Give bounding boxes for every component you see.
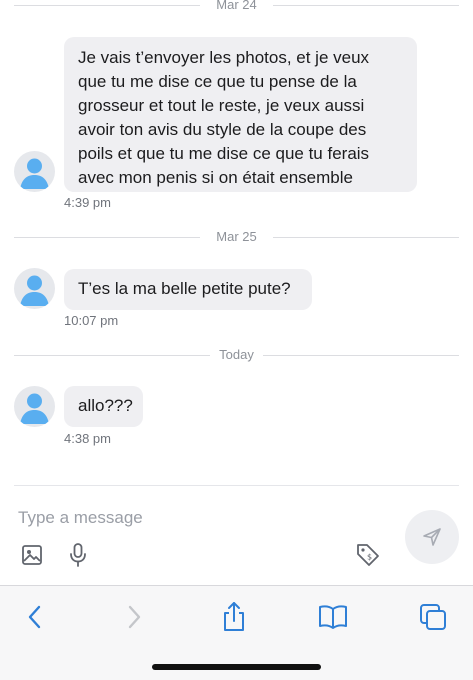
tag-price-icon: $: [357, 544, 379, 566]
divider-line: [263, 355, 459, 356]
share-icon: [224, 602, 244, 631]
date-divider: Mar 24: [14, 0, 459, 13]
offer-price-button[interactable]: $: [354, 541, 382, 569]
svg-text:$: $: [367, 553, 372, 562]
message-line: Je vais t’envoyer les photos, et je veux: [78, 48, 370, 67]
message-bubble[interactable]: T’es la ma belle petite pute?: [64, 269, 312, 310]
message-line: avec mon penis si on était ensemble: [78, 168, 353, 187]
user-avatar-icon: [20, 158, 49, 189]
tabs-icon: [420, 604, 446, 630]
message-line: grosseur et tout le reste, je veux aussi: [78, 96, 365, 115]
date-divider: Today: [14, 347, 459, 363]
back-button[interactable]: [18, 600, 52, 634]
send-button[interactable]: [405, 510, 459, 564]
avatar[interactable]: [14, 386, 55, 427]
bookmarks-icon: [319, 605, 347, 629]
back-chevron-icon: [28, 605, 41, 629]
forward-chevron-icon: [128, 605, 141, 629]
forward-button[interactable]: [117, 600, 151, 634]
voice-message-button[interactable]: [64, 541, 92, 569]
message-timestamp: 10:07 pm: [64, 313, 119, 328]
tabs-button[interactable]: [416, 600, 450, 634]
user-avatar-icon: [20, 275, 49, 306]
composer-divider: [14, 485, 459, 486]
user-avatar-icon: [20, 393, 49, 424]
share-button[interactable]: [217, 600, 251, 634]
message-line: que tu me dise ce que tu pense de la: [78, 72, 357, 91]
bookmarks-button[interactable]: [316, 600, 350, 634]
message-timestamp: 4:38 pm: [64, 431, 111, 446]
date-label: Mar 24: [216, 0, 257, 12]
avatar[interactable]: [14, 268, 55, 309]
avatar[interactable]: [14, 151, 55, 192]
divider-line: [273, 5, 459, 6]
message-bubble[interactable]: Je vais t’envoyer les photos, et je veux…: [64, 37, 417, 192]
message-input[interactable]: [18, 506, 378, 530]
message-line: allo???: [78, 396, 133, 415]
microphone-icon: [70, 543, 86, 567]
date-divider: Mar 25: [14, 229, 459, 245]
send-icon: [423, 528, 441, 546]
message-timestamp: 4:39 pm: [64, 195, 111, 210]
attach-image-button[interactable]: [18, 541, 46, 569]
image-icon: [22, 545, 42, 565]
message-bubble[interactable]: allo???: [64, 386, 143, 427]
message-line: avoir ton avis du style de la coupe des: [78, 120, 367, 139]
divider-line: [273, 237, 459, 238]
message-line: poils et que tu me dise ce que tu ferais: [78, 144, 370, 163]
message-line: T’es la ma belle petite pute?: [78, 279, 291, 298]
home-indicator[interactable]: [152, 664, 321, 670]
